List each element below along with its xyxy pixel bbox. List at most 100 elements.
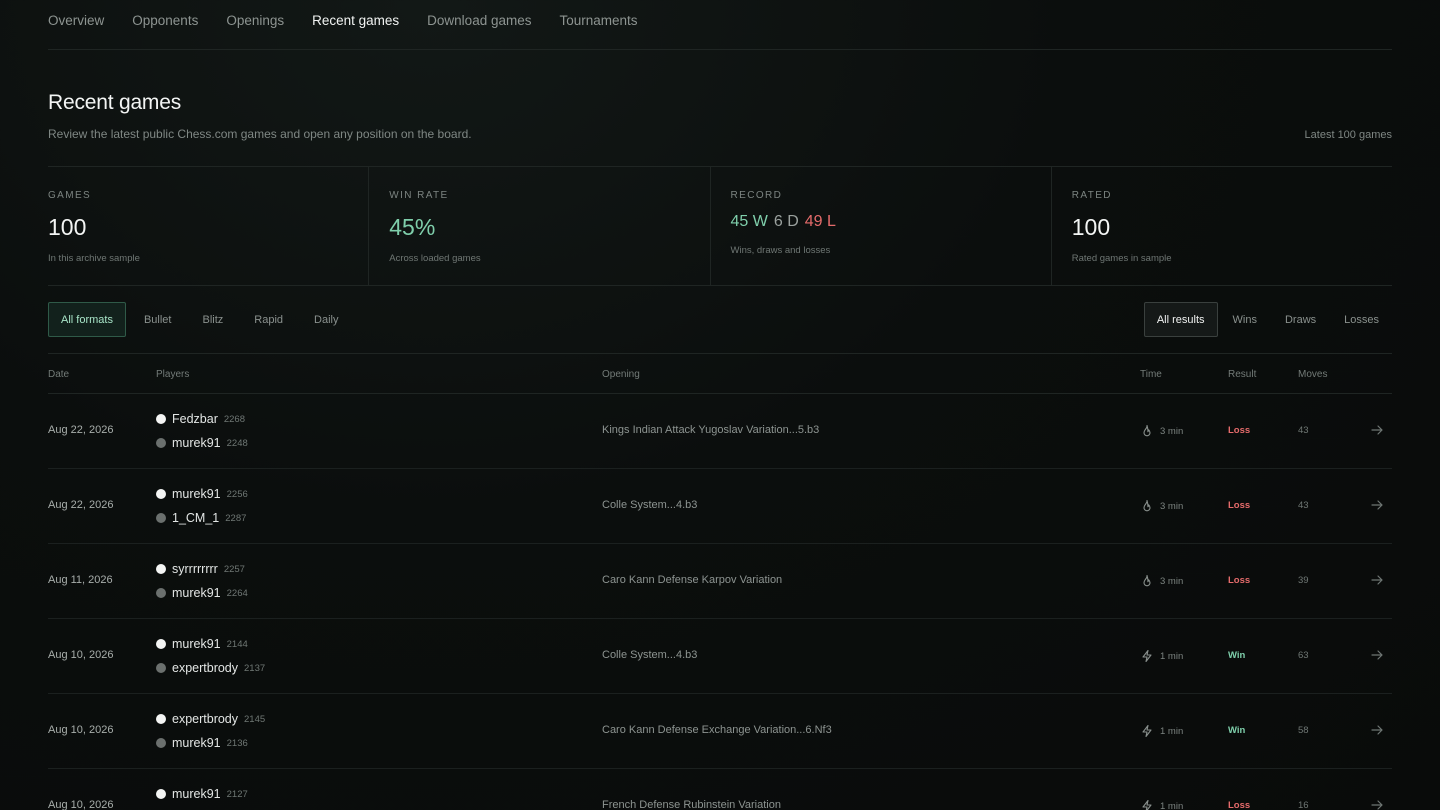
player-name[interactable]: 1_CM_1: [172, 511, 219, 525]
white-piece-icon: [156, 789, 166, 799]
player-name[interactable]: expertbrody: [172, 712, 238, 726]
flame-icon: [1140, 574, 1154, 588]
player-name[interactable]: murek91: [172, 787, 221, 801]
table-row[interactable]: Aug 22, 2026 Fedzbar 2268 murek91 2248 K…: [48, 394, 1392, 469]
page-header: Recent games Review the latest public Ch…: [48, 50, 1392, 167]
arrow-right-icon[interactable]: [1370, 573, 1384, 587]
white-player: murek91 2127: [156, 787, 248, 801]
game-time-control: 1 min: [1140, 799, 1183, 810]
stat-label: RECORD: [730, 190, 783, 201]
game-moves: 58: [1298, 725, 1309, 736]
game-opening: Caro Kann Defense Exchange Variation...6…: [602, 724, 832, 736]
game-date: Aug 10, 2026: [48, 799, 114, 810]
col-result[interactable]: Result: [1228, 369, 1256, 380]
white-player: murek91 2144: [156, 637, 248, 651]
black-piece-icon: [156, 438, 166, 448]
time-label: 3 min: [1160, 500, 1184, 512]
col-date[interactable]: Date: [48, 369, 69, 380]
table-row[interactable]: Aug 22, 2026 murek91 2256 1_CM_1 2287 Co…: [48, 469, 1392, 544]
player-name[interactable]: murek91: [172, 586, 221, 600]
col-opening[interactable]: Opening: [602, 369, 640, 380]
player-name[interactable]: murek91: [172, 637, 221, 651]
table-row[interactable]: Aug 10, 2026 murek91 2127 French Defense…: [48, 769, 1392, 810]
white-player: expertbrody 2145: [156, 712, 265, 726]
tab-overview[interactable]: Overview: [48, 0, 104, 28]
player-rating: 2268: [223, 413, 245, 425]
tab-openings[interactable]: Openings: [226, 0, 284, 28]
stat-value: 45%: [389, 214, 436, 240]
flame-icon: [1140, 499, 1154, 513]
game-time-control: 1 min: [1140, 724, 1183, 738]
player-rating: 2257: [223, 563, 245, 575]
player-name[interactable]: Fedzbar: [172, 412, 218, 426]
stat-games: GAMES 100 In this archive sample: [48, 167, 370, 285]
game-opening: Colle System...4.b3: [602, 499, 698, 511]
stats-row: GAMES 100 In this archive sample WIN RAT…: [48, 167, 1392, 286]
stat-value: 100: [48, 214, 87, 240]
player-name[interactable]: expertbrody: [172, 661, 238, 675]
filter-losses[interactable]: Losses: [1331, 302, 1392, 337]
white-piece-icon: [156, 489, 166, 499]
player-name[interactable]: murek91: [172, 736, 221, 750]
time-label: 1 min: [1160, 725, 1184, 737]
filter-all-formats[interactable]: All formats: [48, 302, 126, 337]
col-players[interactable]: Players: [156, 369, 189, 380]
player-rating: 2137: [244, 662, 266, 674]
game-result: Win: [1228, 725, 1246, 736]
page-title: Recent games: [48, 91, 182, 114]
record-wins: 45 W: [730, 213, 768, 230]
filter-rapid[interactable]: Rapid: [241, 302, 296, 337]
bolt-icon: [1140, 649, 1154, 663]
filter-draws[interactable]: Draws: [1272, 302, 1329, 337]
game-moves: 16: [1298, 800, 1309, 810]
bolt-icon: [1140, 799, 1154, 810]
filter-blitz[interactable]: Blitz: [190, 302, 237, 337]
black-player: expertbrody 2137: [156, 661, 265, 675]
games-table-body: Aug 22, 2026 Fedzbar 2268 murek91 2248 K…: [48, 394, 1392, 810]
arrow-right-icon[interactable]: [1370, 798, 1384, 810]
filters-bar: All formats Bullet Blitz Rapid Daily All…: [48, 286, 1392, 354]
arrow-right-icon[interactable]: [1370, 423, 1384, 437]
game-opening: Caro Kann Defense Karpov Variation: [602, 574, 783, 586]
player-rating: 2256: [226, 488, 248, 500]
black-piece-icon: [156, 513, 166, 523]
tab-opponents[interactable]: Opponents: [132, 0, 198, 28]
black-piece-icon: [156, 588, 166, 598]
game-date: Aug 10, 2026: [48, 649, 114, 661]
tab-recent-games[interactable]: Recent games: [312, 0, 399, 28]
player-rating: 2136: [226, 737, 248, 749]
format-filter-group: All formats Bullet Blitz Rapid Daily: [48, 302, 356, 337]
arrow-right-icon[interactable]: [1370, 648, 1384, 662]
stat-label: GAMES: [48, 190, 92, 201]
time-label: 3 min: [1160, 575, 1184, 587]
white-piece-icon: [156, 414, 166, 424]
game-moves: 39: [1298, 575, 1309, 586]
filter-bullet[interactable]: Bullet: [131, 302, 185, 337]
game-time-control: 3 min: [1140, 574, 1183, 588]
result-filter-group: All results Wins Draws Losses: [1142, 302, 1392, 337]
tab-tournaments[interactable]: Tournaments: [559, 0, 637, 28]
player-name[interactable]: syrrrrrrrr: [172, 562, 218, 576]
record-values: 45 W 6 D 49 L: [731, 213, 836, 231]
game-result: Loss: [1228, 500, 1251, 511]
player-name[interactable]: murek91: [172, 436, 221, 450]
col-moves[interactable]: Moves: [1298, 369, 1327, 380]
table-row[interactable]: Aug 11, 2026 syrrrrrrrr 2257 murek91 226…: [48, 544, 1392, 619]
arrow-right-icon[interactable]: [1370, 723, 1384, 737]
game-result: Loss: [1228, 575, 1251, 586]
filter-daily[interactable]: Daily: [301, 302, 351, 337]
table-row[interactable]: Aug 10, 2026 murek91 2144 expertbrody 21…: [48, 619, 1392, 694]
white-player: murek91 2256: [156, 487, 248, 501]
player-name[interactable]: murek91: [172, 487, 221, 501]
filter-wins[interactable]: Wins: [1220, 302, 1270, 337]
table-row[interactable]: Aug 10, 2026 expertbrody 2145 murek91 21…: [48, 694, 1392, 769]
white-piece-icon: [156, 639, 166, 649]
game-result: Win: [1228, 650, 1246, 661]
col-time[interactable]: Time: [1140, 369, 1162, 380]
filter-all-results[interactable]: All results: [1143, 302, 1218, 337]
tab-download-games[interactable]: Download games: [427, 0, 531, 28]
game-date: Aug 22, 2026: [48, 499, 114, 511]
game-time-control: 3 min: [1140, 499, 1183, 513]
arrow-right-icon[interactable]: [1370, 498, 1384, 512]
white-player: Fedzbar 2268: [156, 412, 245, 426]
